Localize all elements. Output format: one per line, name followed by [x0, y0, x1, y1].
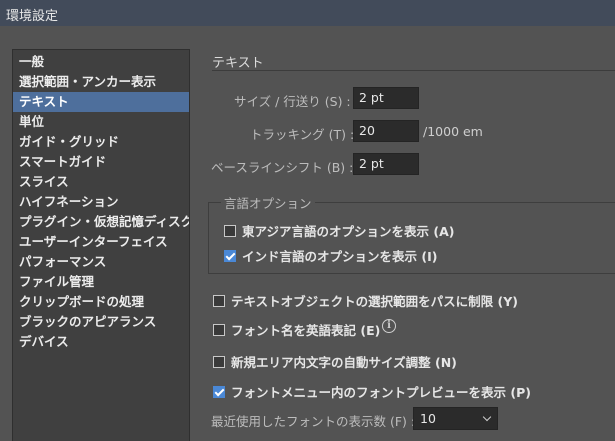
english-font-names-label: フォント名を英語表記 (E)	[231, 323, 381, 338]
checkbox-unchecked-icon	[213, 294, 225, 307]
sidebar-item-smart-guides[interactable]: スマートガイド	[13, 152, 189, 172]
checkmark-icon	[224, 249, 236, 262]
sidebar-item-performance[interactable]: パフォーマンス	[13, 252, 189, 272]
sidebar-item-selection-anchor[interactable]: 選択範囲・アンカー表示	[13, 72, 189, 92]
auto-size-area-label: 新規エリア内文字の自動サイズ調整 (N)	[231, 355, 457, 370]
english-font-names-checkbox[interactable]: フォント名を英語表記 (E)	[213, 320, 380, 339]
text-object-selection-checkbox[interactable]: テキストオブジェクトの選択範囲をパスに制限 (Y)	[213, 291, 518, 310]
baseline-shift-input[interactable]: 2 pt	[353, 153, 419, 175]
sidebar-item-general[interactable]: 一般	[13, 52, 189, 72]
baseline-shift-label: ベースラインシフト (B) :	[211, 160, 354, 175]
east-asian-options-label: 東アジア言語のオプションを表示 (A)	[242, 224, 455, 239]
section-title: テキスト	[212, 56, 264, 71]
window-title-bar: 環境設定	[0, 0, 615, 26]
checkbox-unchecked-icon	[213, 355, 225, 368]
auto-size-area-checkbox[interactable]: 新規エリア内文字の自動サイズ調整 (N)	[213, 352, 457, 371]
recent-fonts-value: 10	[420, 411, 436, 426]
indic-options-checkbox[interactable]: インド言語のオプションを表示 (I)	[224, 246, 437, 265]
east-asian-options-checkbox[interactable]: 東アジア言語のオプションを表示 (A)	[224, 221, 454, 240]
window-title: 環境設定	[6, 9, 59, 24]
size-leading-label: サイズ / 行送り (S) :	[234, 94, 351, 109]
text-object-selection-label: テキストオブジェクトの選択範囲をパスに制限 (Y)	[231, 294, 518, 309]
sidebar-item-slices[interactable]: スライス	[13, 172, 189, 192]
sidebar-item-text[interactable]: テキスト	[13, 92, 189, 112]
preferences-category-list[interactable]: 一般 選択範囲・アンカー表示 テキスト 単位 ガイド・グリッド スマートガイド …	[12, 49, 190, 441]
sidebar-item-file-handling[interactable]: ファイル管理	[13, 272, 189, 292]
checkbox-unchecked-icon	[213, 323, 225, 336]
chevron-down-icon	[482, 412, 492, 422]
section-divider	[212, 70, 615, 71]
info-icon[interactable]: i	[382, 319, 396, 333]
font-menu-preview-checkbox[interactable]: フォントメニュー内のフォントプレビューを表示 (P)	[213, 382, 531, 401]
sidebar-item-black-appearance[interactable]: ブラックのアピアランス	[13, 312, 189, 332]
sidebar-item-user-interface[interactable]: ユーザーインターフェイス	[13, 232, 189, 252]
tracking-unit: /1000 em	[423, 124, 483, 139]
size-leading-input[interactable]: 2 pt	[353, 87, 419, 109]
indic-options-label: インド言語のオプションを表示 (I)	[242, 249, 438, 264]
tracking-input[interactable]: 20	[353, 120, 419, 142]
recent-fonts-select[interactable]: 10	[413, 407, 498, 430]
checkbox-unchecked-icon	[224, 224, 236, 237]
checkmark-icon	[213, 385, 225, 398]
tracking-label: トラッキング (T) :	[250, 127, 355, 142]
sidebar-item-devices[interactable]: デバイス	[13, 332, 189, 352]
sidebar-item-plugins-scratch-disks[interactable]: プラグイン・仮想記憶ディスク	[13, 212, 189, 232]
sidebar-item-hyphenation[interactable]: ハイフネーション	[13, 192, 189, 212]
sidebar-item-units[interactable]: 単位	[13, 112, 189, 132]
sidebar-item-guides-grid[interactable]: ガイド・グリッド	[13, 132, 189, 152]
language-options-legend: 言語オプション	[221, 193, 315, 212]
font-menu-preview-label: フォントメニュー内のフォントプレビューを表示 (P)	[231, 385, 531, 400]
sidebar-item-clipboard[interactable]: クリップボードの処理	[13, 292, 189, 312]
recent-fonts-label: 最近使用したフォントの表示数 (F) :	[211, 414, 416, 429]
